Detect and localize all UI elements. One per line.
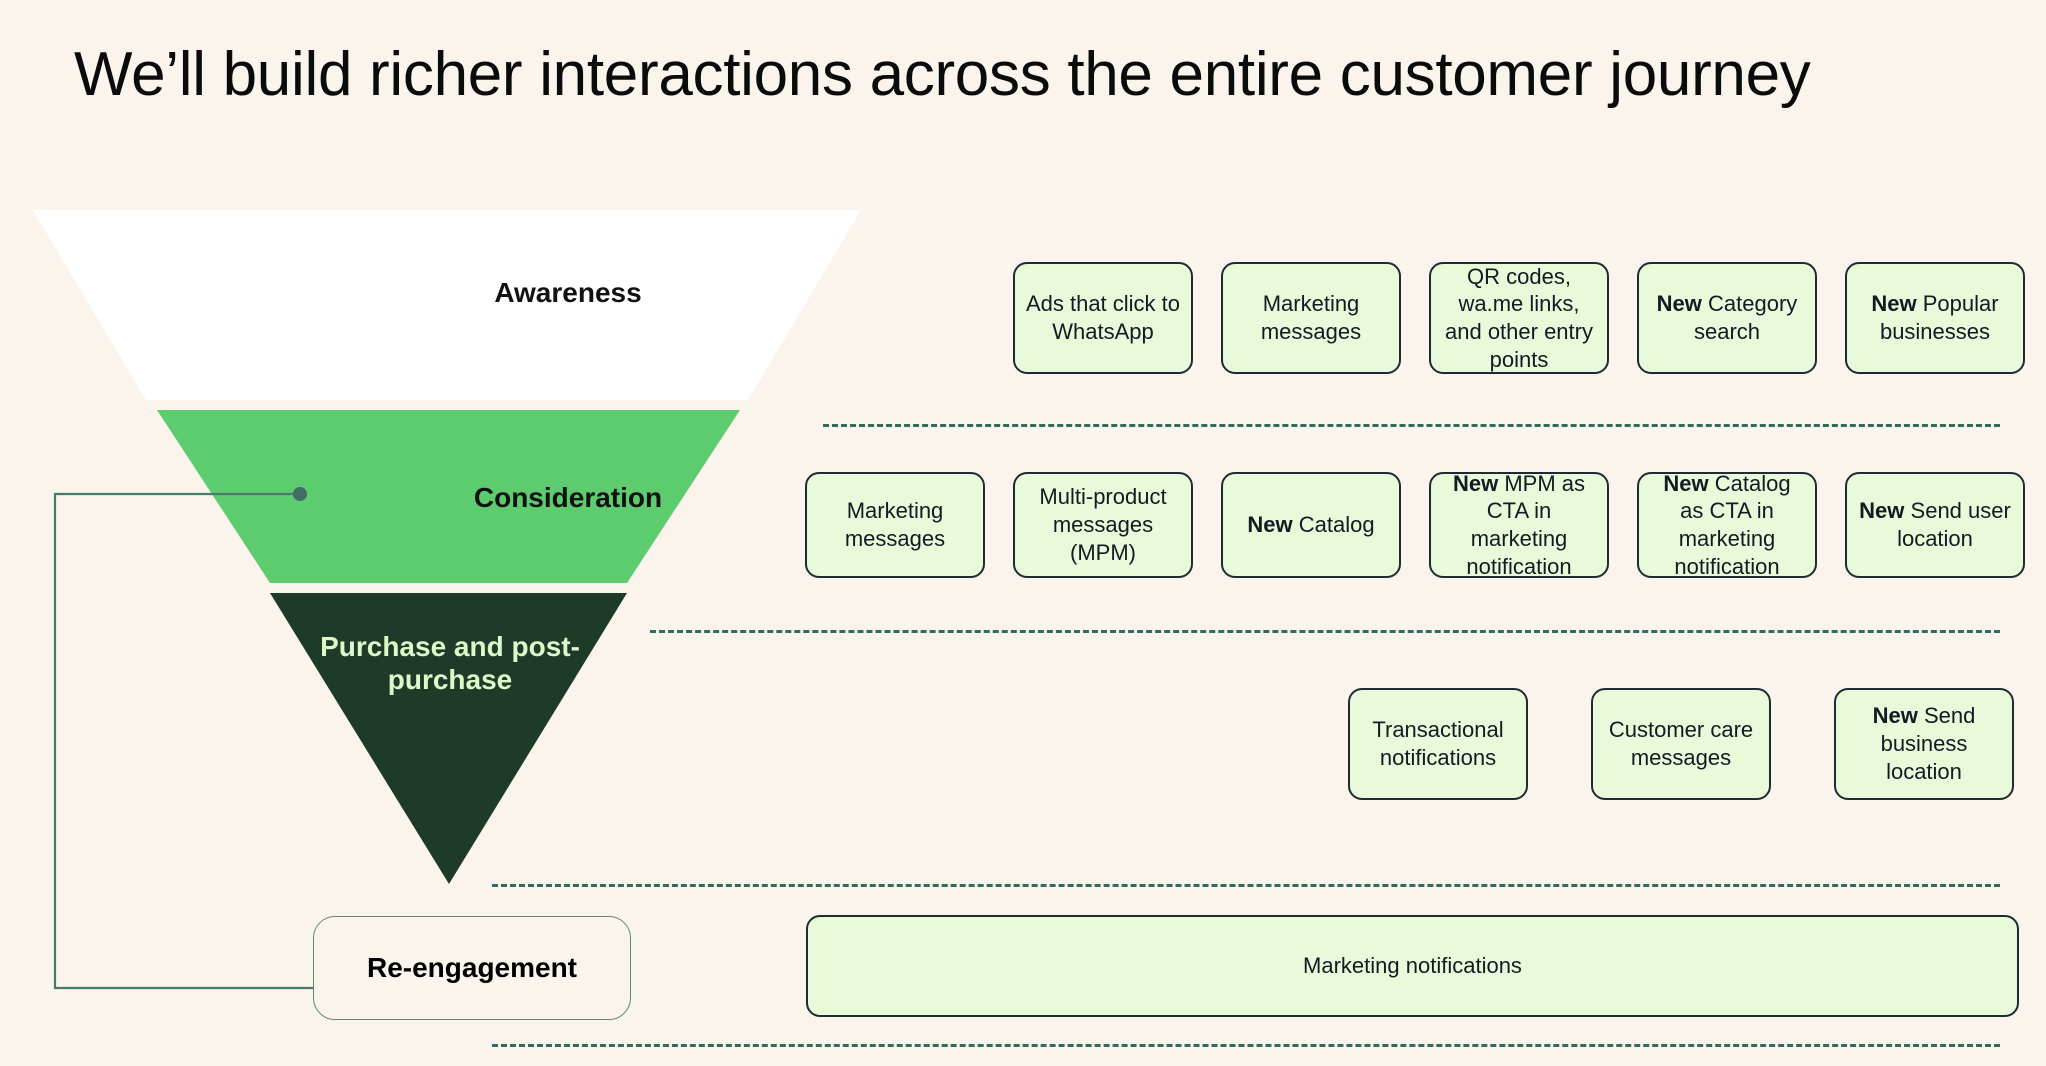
feature-card[interactable]: Customer care messages xyxy=(1591,688,1771,800)
feature-card-text: New Send business location xyxy=(1872,703,1976,784)
feature-card-text: New Send user location xyxy=(1859,498,2011,551)
feature-card-text: Transactional notifications xyxy=(1372,717,1504,770)
divider-awareness-consideration xyxy=(823,424,2000,427)
divider-bottom xyxy=(492,1044,2000,1047)
feature-card[interactable]: Marketing notifications xyxy=(806,915,2019,1017)
feature-card-text: Multi-product messages (MPM) xyxy=(1039,484,1167,565)
new-badge: New xyxy=(1663,470,1709,496)
new-badge: New xyxy=(1871,291,1917,317)
feature-card[interactable]: Marketing messages xyxy=(1221,262,1401,374)
new-badge: New xyxy=(1872,703,1918,729)
funnel-stage-awareness-label: Awareness xyxy=(494,277,642,308)
divider-purchase-reengagement xyxy=(492,884,2000,887)
divider-consideration-purchase xyxy=(650,630,2000,633)
feature-card[interactable]: New Catalog as CTA in marketing notifica… xyxy=(1637,470,1817,579)
funnel-stage-reengagement-box[interactable]: Re-engagement xyxy=(313,916,631,1020)
feature-card[interactable]: Ads that click to WhatsApp xyxy=(1013,262,1193,374)
funnel-stage-reengagement-label: Re-engagement xyxy=(366,952,578,983)
feature-card[interactable]: New Send user location xyxy=(1845,472,2025,578)
feature-card-text: Customer care messages xyxy=(1608,717,1754,770)
feature-card[interactable]: Transactional notifications xyxy=(1348,688,1528,800)
feature-card[interactable]: New MPM as CTA in marketing notification xyxy=(1429,470,1609,579)
funnel-connector-line xyxy=(53,492,313,990)
card-row-consideration: Marketing messages Multi-product messages… xyxy=(805,470,2025,579)
feature-card-text: New Catalog as CTA in marketing notifica… xyxy=(1663,470,1791,579)
feature-card[interactable]: Marketing messages xyxy=(805,472,985,578)
feature-card[interactable]: QR codes, wa.me links, and other entry p… xyxy=(1429,262,1609,374)
feature-card[interactable]: Multi-product messages (MPM) xyxy=(1013,472,1193,578)
feature-card-text: Marketing messages xyxy=(844,498,946,551)
new-badge: New xyxy=(1452,470,1499,496)
new-badge: New xyxy=(1656,291,1702,317)
card-row-purchase: Transactional notifications Customer care… xyxy=(1348,688,2014,800)
feature-card-text: Marketing messages xyxy=(1260,291,1362,344)
feature-card[interactable]: New Catalog xyxy=(1221,472,1401,578)
page-title: We’ll build richer interactions across t… xyxy=(74,40,1811,109)
feature-card-text: QR codes, wa.me links, and other entry p… xyxy=(1445,263,1593,372)
card-row-reengagement: Marketing notifications xyxy=(806,915,2019,1017)
feature-card[interactable]: New Send business location xyxy=(1834,688,2014,800)
feature-card[interactable]: New Popular businesses xyxy=(1845,262,2025,374)
feature-card-text: New MPM as CTA in marketing notification xyxy=(1452,470,1586,579)
feature-card-text: New Catalog xyxy=(1247,512,1375,538)
card-row-awareness: Ads that click to WhatsApp Marketing mess… xyxy=(1013,262,2025,374)
new-badge: New xyxy=(1859,498,1905,524)
feature-card-text: New Popular businesses xyxy=(1871,291,1999,344)
feature-card-text: Marketing notifications xyxy=(1303,953,1522,979)
feature-card-text: Ads that click to WhatsApp xyxy=(1025,291,1181,344)
funnel-stage-consideration-label: Consideration xyxy=(473,482,663,513)
feature-card[interactable]: New Category search xyxy=(1637,262,1817,374)
new-badge: New xyxy=(1247,512,1293,538)
feature-card-text: New Category search xyxy=(1656,291,1798,344)
funnel-stage-purchase-label: Purchase and post-purchase xyxy=(320,631,580,696)
slide-canvas: We’ll build richer interactions across t… xyxy=(0,0,2046,1066)
